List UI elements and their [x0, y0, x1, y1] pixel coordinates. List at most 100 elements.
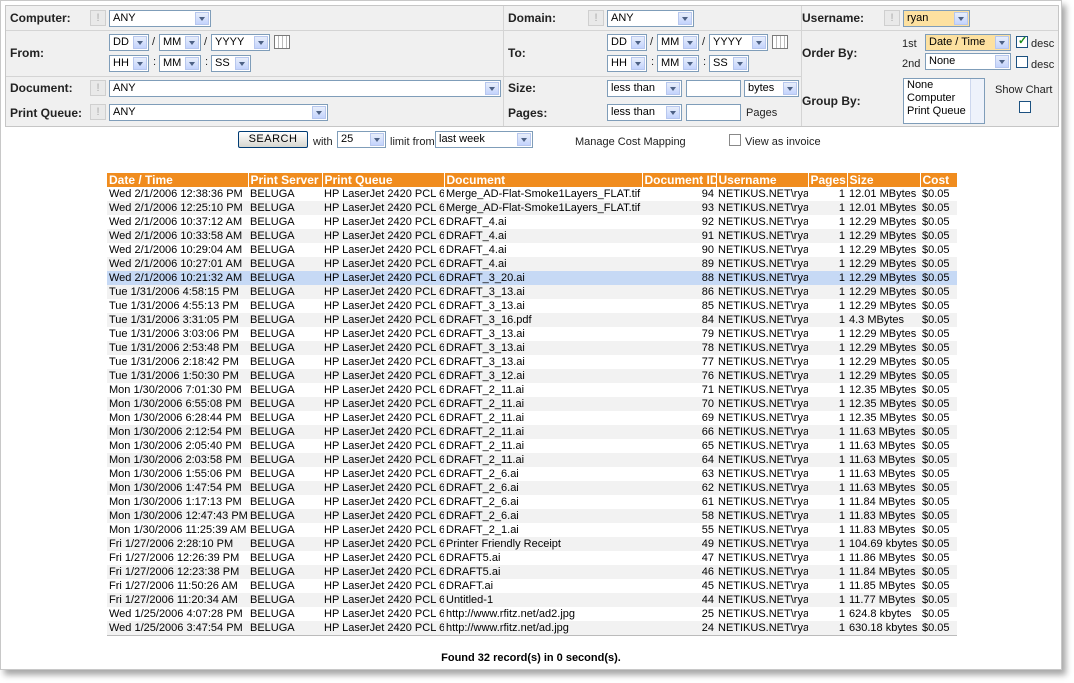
table-row[interactable]: Wed 2/1/2006 12:38:36 PM BELUGA HP LaserJe…	[107, 187, 957, 201]
cell-print-queue: HP LaserJet 2420 PCL 6	[322, 565, 444, 579]
manage-cost-mapping-link[interactable]: Manage Cost Mapping	[575, 136, 686, 148]
table-row[interactable]: Tue 1/31/2006 4:58:15 PM BELUGA HP LaserJe…	[107, 285, 957, 299]
header-print-server[interactable]: Print Server	[248, 173, 323, 187]
table-row[interactable]: Fri 1/27/2006 12:26:39 PM BELUGA HP LaserJ…	[107, 551, 957, 565]
exclude-computer-icon[interactable]: !	[90, 10, 106, 26]
with-label: with	[313, 136, 333, 148]
table-row[interactable]: Wed 2/1/2006 12:25:10 PM BELUGA HP LaserJe…	[107, 201, 957, 215]
order-second-desc-checkbox[interactable]	[1016, 56, 1028, 68]
cell-document-id: 94	[701, 188, 714, 200]
table-row[interactable]: Mon 1/30/2006 11:25:39 AM BELUGA HP LaserJ…	[107, 523, 957, 537]
header-print-queue[interactable]: Print Queue	[322, 173, 445, 187]
order-first-desc-checkbox[interactable]	[1016, 34, 1028, 48]
table-row[interactable]: Tue 1/31/2006 3:03:06 PM BELUGA HP LaserJe…	[107, 327, 957, 341]
to-day-select[interactable]: DD	[607, 34, 647, 51]
limit-select[interactable]: 25	[337, 131, 386, 148]
table-row[interactable]: Wed 1/25/2006 4:07:28 PM BELUGA HP LaserJe…	[107, 607, 957, 621]
from-day-select[interactable]: DD	[109, 34, 149, 51]
to-second-select[interactable]: SS	[709, 55, 749, 72]
size-input[interactable]	[686, 80, 741, 97]
cell-document: DRAFT_3_16.pdf	[444, 313, 642, 327]
header-document[interactable]: Document	[444, 173, 643, 187]
cell-username: NETIKUS.NET\ryan	[716, 285, 808, 299]
cell-size: 11.83 MBytes	[849, 524, 916, 536]
order-first-select[interactable]: Date / Time	[925, 34, 1011, 51]
group-by-listbox[interactable]: None Computer Print Queue	[903, 78, 985, 124]
exclude-document-icon[interactable]: !	[90, 80, 106, 96]
domain-select[interactable]: ANY	[607, 10, 694, 27]
header-cost[interactable]: Cost	[920, 173, 958, 187]
cell-cost: $0.05	[922, 496, 950, 508]
from-hour-select[interactable]: HH	[109, 55, 149, 72]
header-username[interactable]: Username	[716, 173, 809, 187]
range-select[interactable]: last week	[435, 131, 533, 148]
to-hour-select[interactable]: HH	[607, 55, 647, 72]
calendar-icon[interactable]	[772, 35, 788, 49]
from-month-select[interactable]: MM	[159, 34, 201, 51]
cell-pages: 1	[838, 300, 845, 312]
table-row[interactable]: Mon 1/30/2006 1:17:13 PM BELUGA HP LaserJe…	[107, 495, 957, 509]
cell-date-time: Fri 1/27/2006 11:20:34 AM	[107, 593, 248, 607]
pages-input[interactable]	[686, 104, 741, 121]
calendar-icon[interactable]	[274, 35, 290, 49]
header-pages[interactable]: Pages	[808, 173, 848, 187]
cell-pages: 1	[808, 481, 847, 495]
from-year-select[interactable]: YYYY	[211, 34, 270, 51]
table-row[interactable]: Fri 1/27/2006 11:20:34 AM BELUGA HP LaserJ…	[107, 593, 957, 607]
cell-username: NETIKUS.NET\ryan	[718, 524, 808, 536]
table-row[interactable]: Mon 1/30/2006 6:28:44 PM BELUGA HP LaserJe…	[107, 411, 957, 425]
view-as-invoice-label: View as invoice	[745, 136, 821, 148]
table-row[interactable]: Wed 1/25/2006 3:47:54 PM BELUGA HP LaserJe…	[107, 621, 957, 636]
header-document-id[interactable]: Document ID	[642, 173, 717, 187]
cell-print-queue: HP LaserJet 2420 PCL 6	[322, 537, 444, 551]
cell-date-time: Mon 1/30/2006 1:47:54 PM	[107, 481, 248, 495]
table-row[interactable]: Tue 1/31/2006 1:50:30 PM BELUGA HP LaserJe…	[107, 369, 957, 383]
table-row[interactable]: Tue 1/31/2006 4:55:13 PM BELUGA HP LaserJe…	[107, 299, 957, 313]
table-row[interactable]: Tue 1/31/2006 2:53:48 PM BELUGA HP LaserJe…	[107, 341, 957, 355]
username-select[interactable]: ryan	[903, 10, 970, 27]
document-select[interactable]: ANY	[109, 80, 501, 97]
table-row[interactable]: Fri 1/27/2006 2:28:10 PM BELUGA HP LaserJe…	[107, 537, 957, 551]
cell-username: NETIKUS.NET\ryan	[716, 229, 808, 243]
table-row[interactable]: Mon 1/30/2006 2:05:40 PM BELUGA HP LaserJe…	[107, 439, 957, 453]
table-row[interactable]: Fri 1/27/2006 11:50:26 AM BELUGA HP LaserJ…	[107, 579, 957, 593]
to-minute-select[interactable]: MM	[657, 55, 699, 72]
show-chart-checkbox[interactable]	[1019, 101, 1031, 113]
from-minute-select[interactable]: MM	[159, 55, 201, 72]
header-size[interactable]: Size	[847, 173, 921, 187]
exclude-username-icon[interactable]: !	[884, 10, 900, 26]
table-row[interactable]: Mon 1/30/2006 2:12:54 PM BELUGA HP LaserJe…	[107, 425, 957, 439]
table-row[interactable]: Mon 1/30/2006 6:55:08 PM BELUGA HP LaserJe…	[107, 397, 957, 411]
print-queue-select[interactable]: ANY	[109, 104, 328, 121]
exclude-domain-icon[interactable]: !	[588, 10, 604, 26]
table-row[interactable]: Wed 2/1/2006 10:37:12 AM BELUGA HP LaserJe…	[107, 215, 957, 229]
to-year-select[interactable]: YYYY	[709, 34, 768, 51]
table-row[interactable]: Mon 1/30/2006 12:47:43 PM BELUGA HP LaserJ…	[107, 509, 957, 523]
table-row[interactable]: Tue 1/31/2006 2:18:42 PM BELUGA HP LaserJe…	[107, 355, 957, 369]
table-row[interactable]: Mon 1/30/2006 1:55:06 PM BELUGA HP LaserJe…	[107, 467, 957, 481]
table-row[interactable]: Fri 1/27/2006 12:23:38 PM BELUGA HP LaserJ…	[107, 565, 957, 579]
from-second-select[interactable]: SS	[211, 55, 251, 72]
table-row[interactable]: Mon 1/30/2006 7:01:30 PM BELUGA HP LaserJe…	[107, 383, 957, 397]
pages-comparator-select[interactable]: less than	[607, 104, 682, 121]
scrollbar[interactable]	[970, 79, 984, 123]
cell-print-server: BELUGA	[250, 244, 295, 256]
table-row[interactable]: Wed 2/1/2006 10:21:32 AM BELUGA HP LaserJe…	[107, 271, 957, 285]
to-month-select[interactable]: MM	[657, 34, 699, 51]
table-row[interactable]: Mon 1/30/2006 2:03:58 PM BELUGA HP LaserJe…	[107, 453, 957, 467]
exclude-print-queue-icon[interactable]: !	[90, 104, 106, 120]
view-as-invoice-checkbox[interactable]	[729, 134, 741, 146]
size-comparator-select[interactable]: less than	[607, 80, 682, 97]
table-row[interactable]: Wed 2/1/2006 10:33:58 AM BELUGA HP LaserJe…	[107, 229, 957, 243]
size-unit-select[interactable]: bytes	[744, 80, 799, 97]
chevron-down-icon	[954, 12, 968, 25]
cell-document-id: 86	[642, 285, 716, 299]
table-row[interactable]: Wed 2/1/2006 10:29:04 AM BELUGA HP LaserJe…	[107, 243, 957, 257]
table-row[interactable]: Wed 2/1/2006 10:27:01 AM BELUGA HP LaserJe…	[107, 257, 957, 271]
header-date-time[interactable]: Date / Time	[107, 173, 249, 187]
table-row[interactable]: Mon 1/30/2006 1:47:54 PM BELUGA HP LaserJe…	[107, 481, 957, 495]
search-button[interactable]: SEARCH	[238, 131, 308, 148]
table-row[interactable]: Tue 1/31/2006 3:31:05 PM BELUGA HP LaserJe…	[107, 313, 957, 327]
order-second-select[interactable]: None	[925, 53, 1011, 70]
computer-select[interactable]: ANY	[109, 10, 211, 27]
